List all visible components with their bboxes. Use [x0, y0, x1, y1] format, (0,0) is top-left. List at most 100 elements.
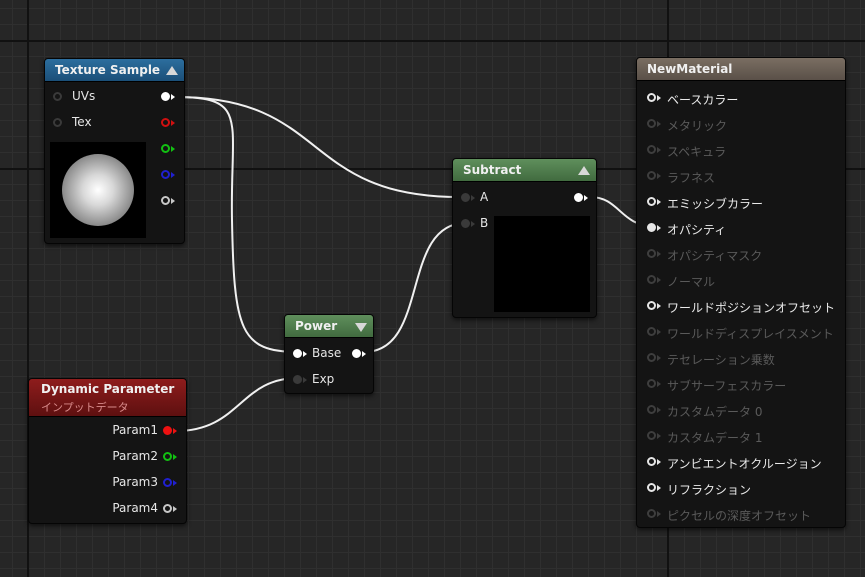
pin-arrow-icon: [657, 329, 661, 335]
dynamic-parameter-title: Dynamic Parameter: [41, 382, 175, 396]
material-input-label: カスタムデータ 1: [667, 431, 763, 445]
pin-circle-icon: [163, 452, 172, 461]
material-input-label: ピクセルの深度オフセット: [667, 509, 812, 523]
material-input-label: ノーマル: [667, 275, 716, 289]
pin-arrow-icon: [657, 173, 661, 179]
pin-circle-icon: [647, 457, 656, 466]
param3-label: Param3: [112, 475, 158, 489]
pin-arrow-icon: [173, 454, 177, 460]
pin-arrow-icon: [657, 95, 661, 101]
subtract-title: Subtract: [463, 163, 522, 177]
wire-uvs-to-subtract-a: [175, 96, 461, 198]
radial-gradient-image: [62, 154, 134, 226]
pin-arrow-icon: [171, 120, 175, 126]
pin-circle-icon: [647, 93, 656, 102]
pin-arrow-icon: [657, 251, 661, 257]
pin-arrow-icon: [171, 198, 175, 204]
collapse-arrow-icon[interactable]: [578, 166, 590, 175]
material-input-label: ベースカラー: [667, 93, 739, 107]
expand-arrow-icon[interactable]: [355, 323, 367, 332]
pin-circle-icon: [161, 144, 170, 153]
param1-label: Param1: [112, 423, 158, 437]
pin-arrow-icon: [173, 428, 177, 434]
pin-circle-icon: [161, 92, 170, 101]
collapse-arrow-icon[interactable]: [166, 66, 178, 75]
texture-sample-title: Texture Sample: [55, 63, 161, 77]
pin-circle-icon: [163, 478, 172, 487]
wire-param1-to-power-exp: [175, 377, 299, 432]
pin-arrow-icon: [303, 351, 307, 357]
pin-circle-icon: [293, 375, 302, 384]
material-input-label: アンビエントオクルージョン: [667, 457, 822, 471]
pin-circle-icon: [647, 379, 656, 388]
pin-arrow-icon: [657, 225, 661, 231]
material-input-label: エミッシブカラー: [667, 197, 764, 211]
new-material-header[interactable]: NewMaterial: [637, 58, 845, 81]
material-input-label: オパシティ: [667, 223, 727, 237]
pin-circle-icon: [647, 483, 656, 492]
new-material-node[interactable]: NewMaterial ベースカラー メタリック スペキュラ ラフネス エミッシブカラー…: [636, 57, 846, 528]
material-input-label: カスタムデータ 0: [667, 405, 763, 419]
material-input-label: テセレーション乗数: [667, 353, 775, 367]
tex-label: Tex: [72, 115, 92, 129]
power-node[interactable]: Power Base Exp: [284, 314, 374, 394]
pin-arrow-icon: [657, 459, 661, 465]
dynamic-parameter-node[interactable]: Dynamic Parameter インプットデータ Param1 Param2…: [28, 378, 187, 524]
power-title: Power: [295, 319, 338, 333]
pin-arrow-icon: [171, 94, 175, 100]
pin-circle-icon: [161, 170, 170, 179]
texture-preview: [50, 142, 146, 238]
pin-circle-icon: [53, 118, 62, 127]
material-input-label: メタリック: [667, 119, 728, 133]
pin-circle-icon: [161, 196, 170, 205]
power-header[interactable]: Power: [285, 315, 373, 338]
wire-uvs-to-power-base: [175, 96, 299, 353]
texture-sample-node[interactable]: Texture Sample UVs Tex: [44, 58, 185, 244]
pin-arrow-icon: [657, 147, 661, 153]
pin-circle-icon: [647, 275, 656, 284]
pin-arrow-icon: [171, 172, 175, 178]
pin-circle-icon: [293, 349, 302, 358]
power-base-label: Base: [312, 346, 342, 360]
pin-circle-icon: [647, 145, 656, 154]
pin-arrow-icon: [657, 355, 661, 361]
pin-arrow-icon: [657, 277, 661, 283]
subtract-a-label: A: [480, 190, 489, 204]
pin-circle-icon: [163, 426, 172, 435]
material-input-label: ワールドポジションオフセット: [667, 301, 836, 315]
pin-arrow-icon: [657, 303, 661, 309]
pin-circle-icon: [461, 219, 470, 228]
subtract-node[interactable]: Subtract A B: [452, 158, 597, 318]
pin-circle-icon: [647, 405, 656, 414]
texture-sample-header[interactable]: Texture Sample: [45, 59, 184, 82]
pin-arrow-icon: [657, 121, 661, 127]
pin-circle-icon: [647, 249, 656, 258]
pin-arrow-icon: [362, 351, 366, 357]
pin-arrow-icon: [657, 199, 661, 205]
pin-circle-icon: [647, 119, 656, 128]
subtract-header[interactable]: Subtract: [453, 159, 596, 182]
pin-circle-icon: [647, 301, 656, 310]
pin-circle-icon: [574, 193, 583, 202]
pin-arrow-icon: [657, 381, 661, 387]
pin-circle-icon: [163, 504, 172, 513]
pin-circle-icon: [647, 197, 656, 206]
pin-circle-icon: [647, 431, 656, 440]
material-input-label: オパシティマスク: [667, 249, 763, 263]
pin-arrow-icon: [657, 407, 661, 413]
pin-circle-icon: [161, 118, 170, 127]
power-exp-label: Exp: [312, 372, 335, 386]
wire-power-to-subtract-b: [363, 222, 467, 353]
pin-circle-icon: [647, 171, 656, 180]
material-input-label: スペキュラ: [667, 145, 727, 159]
pin-circle-icon: [647, 327, 656, 336]
subtract-b-label: B: [480, 216, 489, 230]
pin-arrow-icon: [657, 433, 661, 439]
pin-arrow-icon: [173, 506, 177, 512]
dynamic-parameter-header[interactable]: Dynamic Parameter インプットデータ: [29, 379, 186, 417]
pin-circle-icon: [352, 349, 361, 358]
material-input-label: ワールドディスプレイスメント: [667, 327, 834, 341]
pin-arrow-icon: [471, 195, 475, 201]
uvs-label: UVs: [72, 89, 96, 103]
param4-label: Param4: [112, 501, 158, 515]
